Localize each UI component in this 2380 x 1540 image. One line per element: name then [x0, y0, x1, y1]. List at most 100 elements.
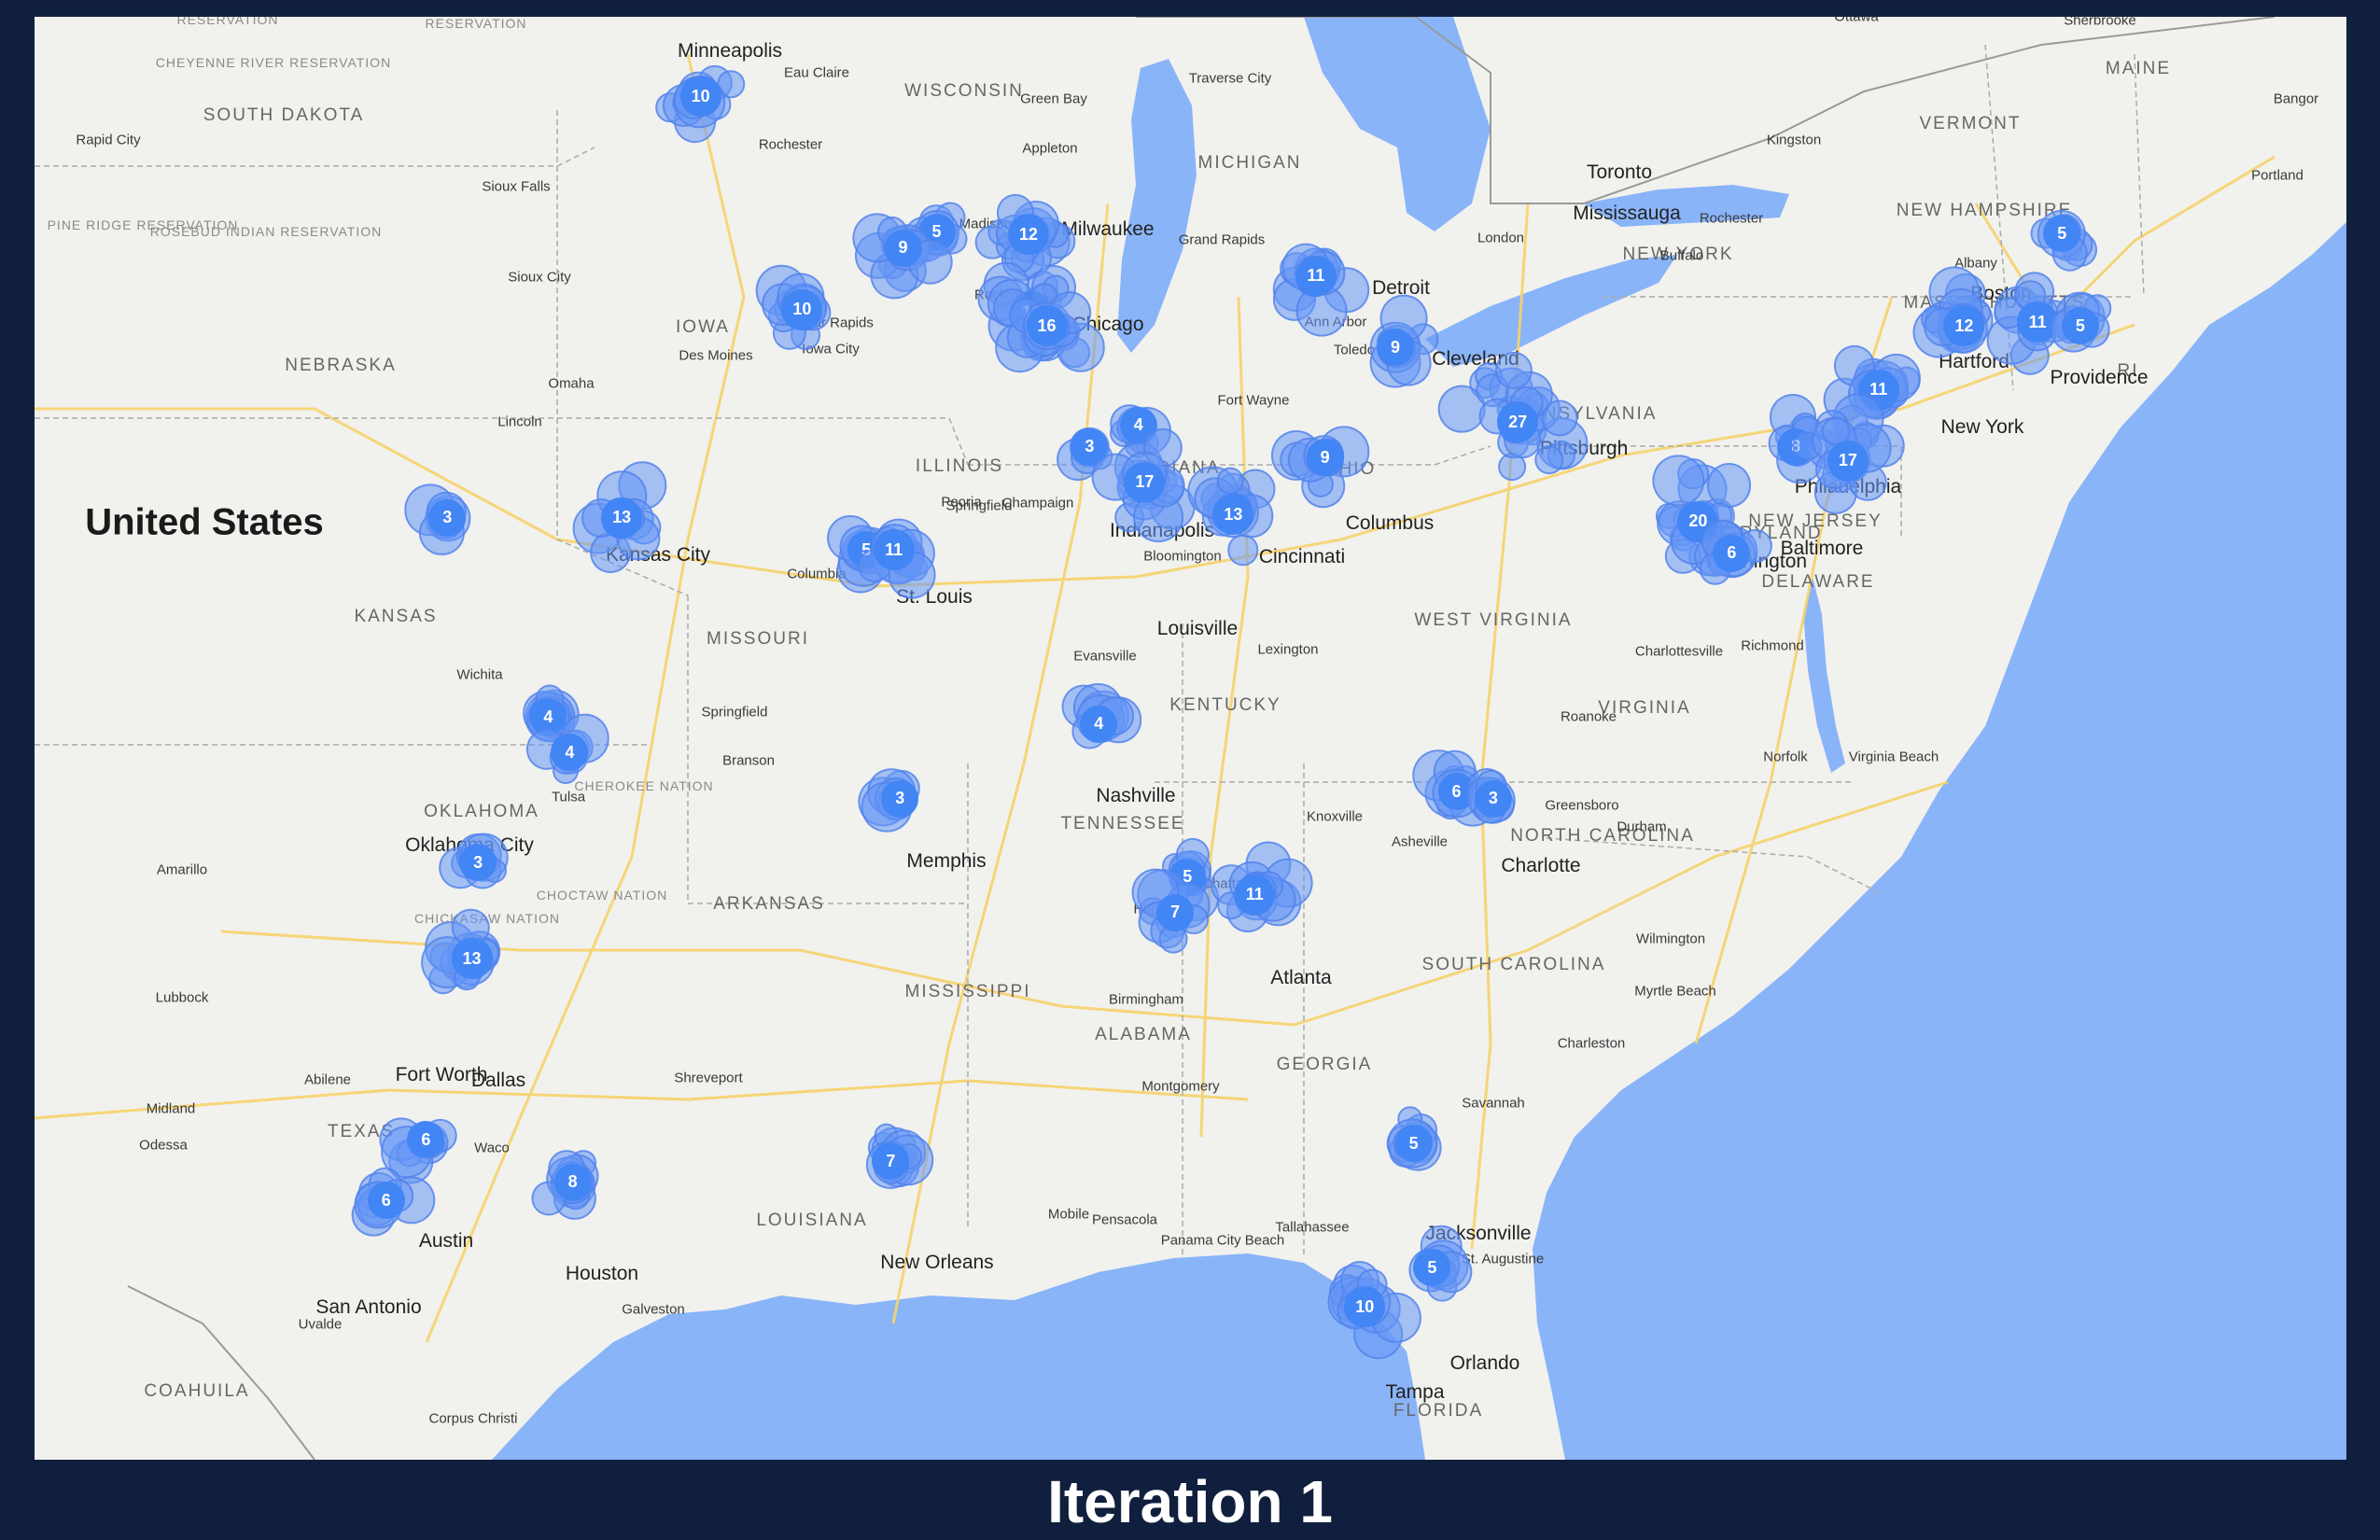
city-label: Milwaukee	[1061, 218, 1155, 240]
city-label: Odessa	[139, 1137, 188, 1154]
map-canvas[interactable]: SOUTH DAKOTA NEBRASKA IOWA WISCONSIN MICHIGA…	[35, 17, 2346, 1460]
city-label: Sioux City	[508, 269, 571, 286]
state-label: DELAWARE	[1761, 572, 1875, 592]
city-label: Dallas	[470, 1070, 526, 1091]
city-label: Myrtle Beach	[1634, 983, 1716, 1000]
city-label: Durham	[1617, 819, 1667, 835]
cluster-marker[interactable]: 16	[1026, 305, 1068, 347]
city-label: Cincinnati	[1258, 546, 1346, 567]
city-label: Richmond	[1741, 637, 1804, 654]
city-label: Panama City Beach	[1160, 1232, 1285, 1249]
reservation-label: CHOCTAW NATION	[536, 888, 668, 903]
city-label: Peoria	[941, 494, 982, 511]
cluster-marker[interactable]: 3	[459, 844, 497, 882]
city-label: New York	[1940, 416, 2024, 438]
cluster-marker[interactable]: 5	[2043, 215, 2081, 253]
location-bubble[interactable]	[1494, 351, 1533, 389]
city-label: Greensboro	[1545, 797, 1619, 814]
reservation-label: RESERVATION	[425, 17, 527, 31]
city-label: Knoxville	[1306, 808, 1364, 825]
reservation-label: CHEYENNE RIVER RESERVATION	[155, 55, 392, 70]
city-label: Wichita	[456, 666, 503, 683]
cluster-marker[interactable]: 4	[1080, 705, 1118, 743]
city-label: Bloomington	[1143, 548, 1222, 565]
city-label: Memphis	[906, 850, 987, 872]
city-label: New Orleans	[880, 1252, 994, 1273]
city-label: Wilmington	[1635, 931, 1706, 947]
country-label: United States	[85, 501, 324, 543]
cluster-marker[interactable]: 6	[407, 1121, 445, 1159]
city-label: Sioux Falls	[482, 178, 551, 195]
cluster-marker[interactable]: 3	[1474, 779, 1512, 818]
state-label: ALABAMA	[1095, 1025, 1192, 1044]
cluster-marker[interactable]: 6	[367, 1182, 405, 1220]
cluster-marker[interactable]: 5	[2061, 307, 2099, 345]
cluster-marker[interactable]: 13	[601, 497, 643, 539]
city-label: Traverse City	[1188, 70, 1272, 87]
city-label: Louisville	[1156, 618, 1239, 639]
city-label: Rochester	[758, 136, 823, 153]
cluster-marker[interactable]: 6	[1713, 534, 1751, 572]
cluster-marker[interactable]: 13	[451, 938, 493, 980]
city-label: Appleton	[1022, 140, 1078, 157]
state-label: MICHIGAN	[1197, 153, 1302, 173]
cluster-marker[interactable]: 9	[1377, 329, 1415, 367]
state-label: MISSOURI	[707, 629, 809, 649]
cluster-marker[interactable]: 12	[1943, 305, 1985, 347]
city-label: Baltimore	[1780, 538, 1864, 559]
city-label: Montgomery	[1141, 1078, 1220, 1095]
city-label: Rapid City	[76, 132, 141, 148]
cluster-marker[interactable]: 11	[1234, 874, 1276, 916]
cluster-marker[interactable]: 3	[428, 498, 467, 537]
state-label: KENTUCKY	[1169, 695, 1281, 715]
city-label: London	[1477, 230, 1525, 246]
cluster-marker[interactable]: 11	[1295, 255, 1337, 297]
city-label: Uvalde	[298, 1316, 343, 1333]
cluster-marker[interactable]: 7	[1156, 893, 1195, 931]
cluster-marker[interactable]: 5	[1413, 1249, 1451, 1287]
cluster-marker[interactable]: 13	[1212, 494, 1254, 536]
cluster-marker[interactable]: 8	[553, 1163, 592, 1201]
state-label: ILLINOIS	[915, 456, 1004, 476]
location-bubble[interactable]	[1533, 444, 1564, 475]
city-label: Austin	[418, 1230, 474, 1252]
city-label: Midland	[146, 1100, 196, 1117]
cluster-marker[interactable]: 9	[884, 229, 922, 267]
city-label: Des Moines	[679, 347, 753, 364]
state-label: WISCONSIN	[904, 81, 1024, 101]
city-label: Atlanta	[1270, 967, 1332, 988]
state-label: VERMONT	[1919, 114, 2022, 133]
location-bubble[interactable]	[1706, 463, 1752, 509]
reservation-label: ROSEBUD INDIAN RESERVATION	[149, 224, 383, 239]
cluster-marker[interactable]: 10	[781, 288, 823, 330]
iteration-caption: Iteration 1	[1047, 1468, 1333, 1535]
city-label: Springfield	[701, 704, 768, 721]
cluster-marker[interactable]: 9	[1306, 439, 1344, 477]
state-label: COAHUILA	[144, 1381, 250, 1401]
cluster-marker[interactable]: 11	[873, 529, 915, 571]
cluster-marker[interactable]: 27	[1497, 401, 1539, 443]
state-label: MISSISSIPPI	[904, 982, 1031, 1001]
city-label: Minneapolis	[677, 40, 783, 62]
cluster-marker[interactable]: 10	[1344, 1286, 1386, 1328]
cluster-marker[interactable]: 3	[881, 779, 919, 818]
city-label: Fort Wayne	[1217, 392, 1290, 409]
cluster-marker[interactable]: 12	[1007, 214, 1049, 256]
cluster-marker[interactable]: 5	[1394, 1125, 1433, 1163]
city-label: Houston	[565, 1263, 639, 1284]
cluster-marker[interactable]: 4	[551, 734, 589, 772]
city-label: Corpus Christi	[428, 1410, 518, 1427]
city-label: Champaign	[1001, 495, 1074, 511]
city-label: Charlotte	[1501, 855, 1581, 876]
cluster-marker[interactable]: 7	[872, 1142, 910, 1181]
city-label: Ottawa	[1834, 17, 1879, 25]
city-label: Galveston	[622, 1301, 685, 1318]
city-label: Green Bay	[1020, 91, 1087, 107]
cluster-marker[interactable]: 10	[679, 76, 721, 118]
location-bubble[interactable]	[1216, 467, 1244, 495]
city-label: Charlottesville	[1634, 643, 1724, 660]
state-label: GEORGIA	[1276, 1055, 1373, 1074]
reservation-label: RESERVATION	[176, 17, 279, 27]
cluster-marker[interactable]: 17	[1124, 461, 1166, 503]
cluster-marker[interactable]: 17	[1827, 440, 1869, 482]
